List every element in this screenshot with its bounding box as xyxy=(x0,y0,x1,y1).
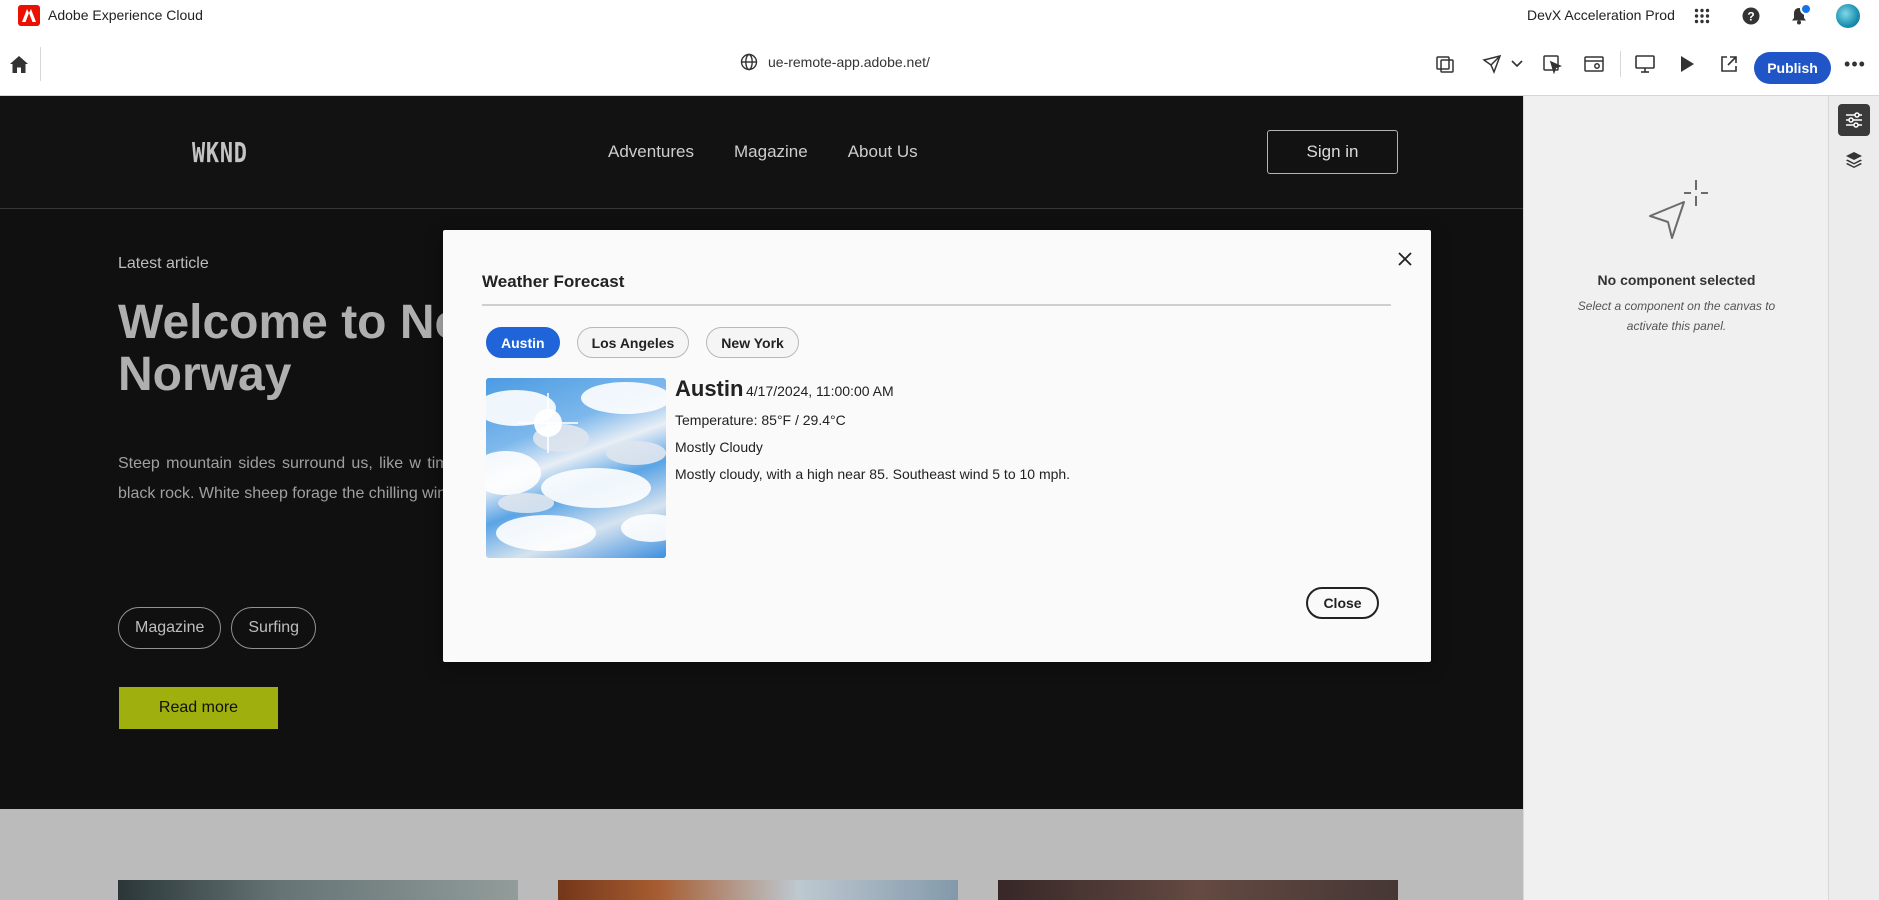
url-display[interactable]: ue-remote-app.adobe.net/ xyxy=(740,53,930,71)
app-title[interactable]: Adobe Experience Cloud xyxy=(48,7,203,23)
open-external-icon[interactable] xyxy=(1717,52,1741,76)
dialog-title: Weather Forecast xyxy=(482,272,625,291)
weather-image xyxy=(486,378,666,558)
divider xyxy=(40,47,41,81)
properties-icon[interactable] xyxy=(1838,104,1870,136)
preview-settings-icon[interactable] xyxy=(1582,52,1606,76)
app-bar: Adobe Experience Cloud DevX Acceleration… xyxy=(0,0,1879,31)
city-tabs: Austin Los Angeles New York xyxy=(486,327,799,358)
cursor-illustration-icon xyxy=(1649,180,1708,239)
chevron-down-icon[interactable] xyxy=(1505,52,1529,76)
panel-rail xyxy=(1828,96,1879,900)
panel-title: No component selected xyxy=(1597,272,1756,288)
divider xyxy=(482,304,1391,306)
close-icon[interactable] xyxy=(1393,247,1417,271)
publish-button[interactable]: Publish xyxy=(1754,52,1831,84)
notification-badge xyxy=(1800,3,1812,15)
more-options-icon[interactable]: ••• xyxy=(1843,52,1867,76)
layers-icon[interactable] xyxy=(1838,144,1870,176)
publish-status-icon[interactable] xyxy=(1481,52,1505,76)
weather-datetime: 4/17/2024, 11:00:00 AM xyxy=(746,383,894,399)
url-text: ue-remote-app.adobe.net/ xyxy=(768,54,930,70)
editor-toolbar: ue-remote-app.adobe.net/ Publish ••• xyxy=(0,31,1879,96)
apps-grid-icon[interactable] xyxy=(1690,4,1714,28)
select-mode-icon[interactable] xyxy=(1540,52,1564,76)
close-button[interactable]: Close xyxy=(1306,587,1379,619)
tab-los-angeles[interactable]: Los Angeles xyxy=(576,327,690,358)
panel-subtitle: Select a component on the canvas to acti… xyxy=(1577,299,1776,333)
weather-temperature: Temperature: 85°F / 29.4°C xyxy=(675,412,846,428)
weather-dialog: Weather Forecast Austin Los Angeles New … xyxy=(443,230,1431,662)
tab-new-york[interactable]: New York xyxy=(706,327,799,358)
globe-icon xyxy=(740,53,758,71)
weather-city-name: Austin xyxy=(675,376,744,401)
properties-panel: No component selected Select a component… xyxy=(1523,96,1828,900)
home-icon[interactable] xyxy=(6,51,32,77)
org-switcher[interactable]: DevX Acceleration Prod xyxy=(1527,7,1675,23)
adobe-logo-icon[interactable] xyxy=(18,5,40,26)
help-icon[interactable]: ? xyxy=(1739,4,1763,28)
tab-austin[interactable]: Austin xyxy=(486,327,560,358)
divider xyxy=(1620,51,1621,77)
svg-text:?: ? xyxy=(1747,10,1754,24)
desktop-icon[interactable] xyxy=(1633,52,1657,76)
content-tree-icon[interactable] xyxy=(1433,52,1457,76)
play-icon[interactable] xyxy=(1675,52,1699,76)
user-avatar[interactable] xyxy=(1836,4,1860,28)
weather-detail: Mostly cloudy, with a high near 85. Sout… xyxy=(675,466,1071,482)
weather-condition: Mostly Cloudy xyxy=(675,439,763,455)
bell-icon[interactable] xyxy=(1787,3,1812,28)
